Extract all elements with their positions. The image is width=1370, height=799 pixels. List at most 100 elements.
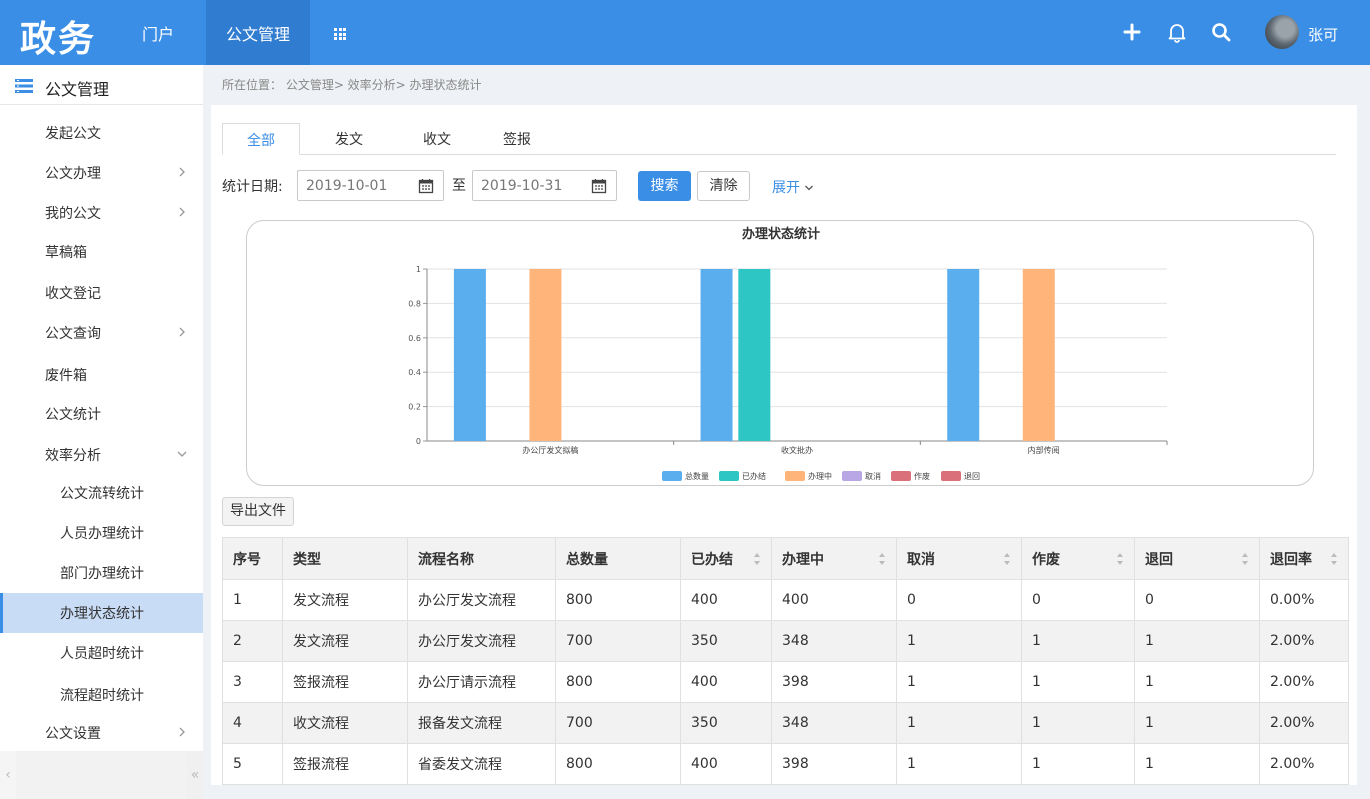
table-cell: 5 xyxy=(222,743,283,785)
nav-doc-management[interactable]: 公文管理 xyxy=(206,0,311,65)
table-cell: 2 xyxy=(222,620,283,662)
sidebar-item-flow-timeout[interactable]: 流程超时统计 xyxy=(0,675,203,715)
table-cell: 700 xyxy=(555,620,681,662)
tab-outgoing[interactable]: 发文 xyxy=(310,123,388,155)
table-cell: 800 xyxy=(555,743,681,785)
table-cell: 2.00% xyxy=(1259,743,1349,785)
sidebar-item-person-stats[interactable]: 人员办理统计 xyxy=(0,513,203,553)
tab-all[interactable]: 全部 xyxy=(222,123,300,155)
table-cell: 1 xyxy=(896,702,1022,744)
bell-icon[interactable] xyxy=(1165,20,1189,44)
col-header-sortable[interactable]: 已办结 xyxy=(680,537,772,580)
sidebar-header[interactable]: 公文管理 xyxy=(0,65,203,105)
legend-swatch xyxy=(891,471,911,481)
table-cell: 0.00% xyxy=(1259,579,1349,621)
table-cell: 0 xyxy=(1134,579,1260,621)
sidebar-item-doc-settings[interactable]: 公文设置 xyxy=(0,713,203,753)
user-name[interactable]: 张可 xyxy=(1308,24,1338,45)
col-header-sortable[interactable]: 退回 xyxy=(1134,537,1260,580)
sidebar-item-doc-stats[interactable]: 公文统计 xyxy=(0,394,203,434)
table-cell: 1 xyxy=(1134,661,1260,703)
sidebar-item-receive-register[interactable]: 收文登记 xyxy=(0,273,203,313)
legend-label: 退回 xyxy=(964,472,980,481)
breadcrumb: 所在位置： 公文管理> 效率分析> 办理状态统计 xyxy=(222,78,482,92)
table-cell: 发文流程 xyxy=(282,579,408,621)
table-cell: 收文流程 xyxy=(282,702,408,744)
sidebar-item-drafts[interactable]: 草稿箱 xyxy=(0,232,203,272)
search-icon[interactable] xyxy=(1209,20,1233,44)
legend-label: 总数量 xyxy=(685,471,709,481)
scroll-left-button[interactable]: ‹ xyxy=(0,751,16,799)
table-cell: 800 xyxy=(555,579,681,621)
y-tick-label: 0.4 xyxy=(408,368,421,377)
table-row[interactable]: 1 发文流程 办公厅发文流程 800 400 400 0 0 0 0.00% xyxy=(222,579,1349,621)
end-date-input[interactable]: 2019-10-31 xyxy=(472,170,617,201)
legend-swatch xyxy=(662,471,682,481)
plus-icon[interactable] xyxy=(1120,20,1144,44)
list-menu-icon xyxy=(15,79,33,93)
avatar[interactable] xyxy=(1265,15,1299,49)
start-date-input[interactable]: 2019-10-01 xyxy=(297,170,444,201)
chevron-right-icon xyxy=(179,167,185,177)
y-tick-label: 1 xyxy=(416,265,421,274)
search-button[interactable]: 搜索 xyxy=(638,171,691,201)
table-cell: 1 xyxy=(1134,702,1260,744)
table-cell: 400 xyxy=(680,579,772,621)
table-header-row: 序号 类型 流程名称 总数量 已办结 办理中 取消 作废 退回 退回率 xyxy=(222,537,1349,580)
table-cell: 350 xyxy=(680,620,772,662)
tab-report[interactable]: 签报 xyxy=(478,123,556,155)
apps-button[interactable] xyxy=(313,0,367,65)
table-cell: 2.00% xyxy=(1259,620,1349,662)
sort-icon xyxy=(879,553,885,565)
sidebar-title: 公文管理 xyxy=(45,80,110,99)
legend-swatch xyxy=(941,471,961,481)
nav-portal[interactable]: 门户 xyxy=(122,0,194,65)
sidebar-item-person-timeout[interactable]: 人员超时统计 xyxy=(0,633,203,673)
sidebar-item-my-docs[interactable]: 我的公文 xyxy=(0,193,203,233)
table-cell: 1 xyxy=(896,743,1022,785)
table-cell: 0 xyxy=(1021,579,1135,621)
table-row[interactable]: 5 签报流程 省委发文流程 800 400 398 1 1 1 2.00% xyxy=(222,743,1349,785)
bar-办公厅发文拟稿-办理中 xyxy=(529,269,562,441)
table-cell: 1 xyxy=(1021,661,1135,703)
export-button[interactable]: 导出文件 xyxy=(222,497,294,526)
collapse-sidebar-button[interactable]: « xyxy=(187,751,203,799)
table-row[interactable]: 2 发文流程 办公厅发文流程 700 350 348 1 1 1 2.00% xyxy=(222,620,1349,662)
sidebar-item-start-doc[interactable]: 发起公文 xyxy=(0,113,203,153)
table-cell: 签报流程 xyxy=(282,661,408,703)
table-cell: 1 xyxy=(1134,620,1260,662)
table-cell: 办公厅发文流程 xyxy=(407,579,556,621)
sidebar-item-doc-handling[interactable]: 公文办理 xyxy=(0,153,203,193)
sidebar-item-flow-stats[interactable]: 公文流转统计 xyxy=(0,473,203,513)
col-header-sortable[interactable]: 取消 xyxy=(896,537,1022,580)
sidebar: 公文管理 发起公文 公文办理 我的公文 草稿箱 收文登记 公文查询 废件箱 公文… xyxy=(0,65,203,799)
bar-收文批办-总数量 xyxy=(700,269,733,441)
expand-toggle[interactable]: 展开 xyxy=(772,177,814,197)
table-cell: 400 xyxy=(771,579,897,621)
sort-icon xyxy=(1331,553,1337,565)
sidebar-item-dept-stats[interactable]: 部门办理统计 xyxy=(0,553,203,593)
table-row[interactable]: 4 收文流程 报备发文流程 700 350 348 1 1 1 2.00% xyxy=(222,702,1349,744)
table-cell: 0 xyxy=(896,579,1022,621)
sidebar-item-doc-query[interactable]: 公文查询 xyxy=(0,313,203,353)
table-cell: 400 xyxy=(680,661,772,703)
tab-incoming[interactable]: 收文 xyxy=(398,123,476,155)
legend-swatch xyxy=(719,471,739,481)
chevron-down-icon xyxy=(805,185,813,191)
chevron-down-icon xyxy=(177,451,187,457)
table-cell: 发文流程 xyxy=(282,620,408,662)
apps-grid-icon xyxy=(334,28,346,40)
table-row[interactable]: 3 签报流程 办公厅请示流程 800 400 398 1 1 1 2.00% xyxy=(222,661,1349,703)
table-cell: 办公厅请示流程 xyxy=(407,661,556,703)
clear-button[interactable]: 清除 xyxy=(697,171,750,201)
app-logo[interactable]: 政务 xyxy=(20,10,96,62)
table-cell: 办公厅发文流程 xyxy=(407,620,556,662)
table-cell: 省委发文流程 xyxy=(407,743,556,785)
top-bar: 政务 门户 公文管理 张可 xyxy=(0,0,1370,65)
sidebar-item-trash[interactable]: 废件箱 xyxy=(0,355,203,395)
col-header-sortable[interactable]: 退回率 xyxy=(1259,537,1349,580)
sidebar-item-efficiency[interactable]: 效率分析 xyxy=(0,435,203,475)
col-header-sortable[interactable]: 作废 xyxy=(1021,537,1135,580)
col-header-sortable[interactable]: 办理中 xyxy=(771,537,897,580)
sidebar-item-status-stats[interactable]: 办理状态统计 xyxy=(0,593,203,633)
